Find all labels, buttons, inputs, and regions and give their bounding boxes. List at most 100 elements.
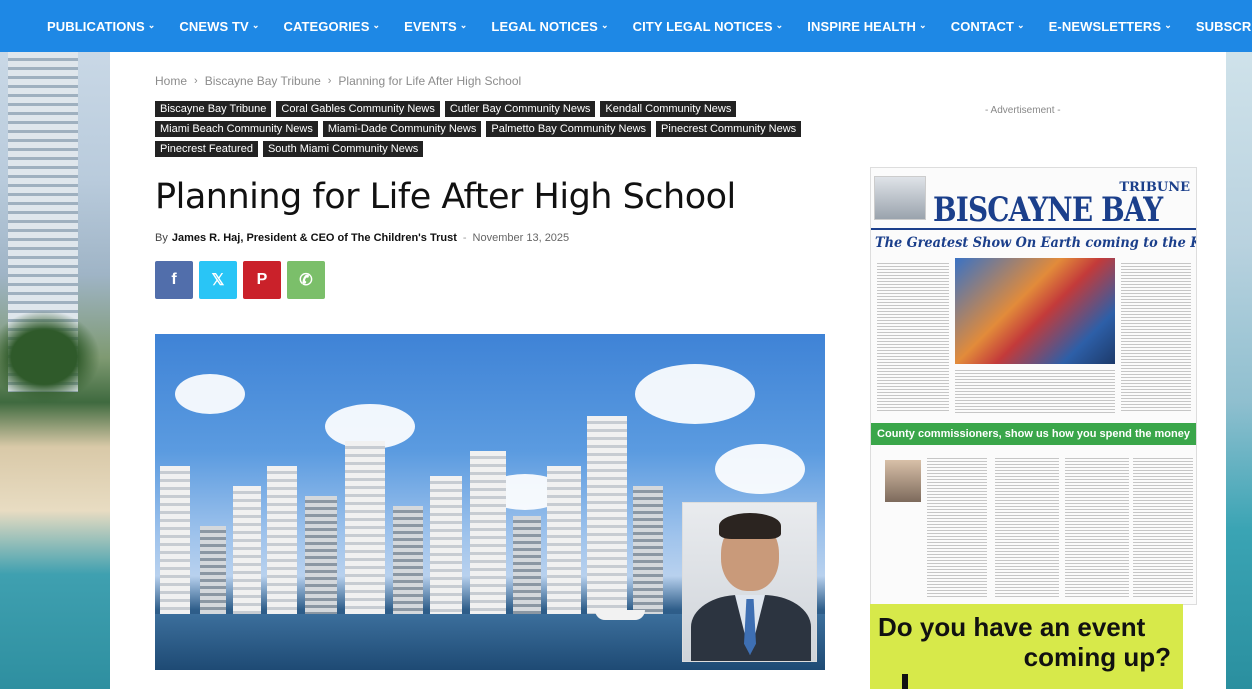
tag-palmetto-bay-community-news[interactable]: Palmetto Bay Community News xyxy=(486,121,652,137)
background-palm xyxy=(0,302,110,412)
tag-pinecrest-featured[interactable]: Pinecrest Featured xyxy=(155,141,258,157)
tag-row: Biscayne Bay Tribune Coral Gables Communi… xyxy=(155,101,765,117)
nav-item-city-legal-notices[interactable]: CITY LEGAL NOTICES ⌄ xyxy=(633,19,784,34)
pinterest-share-button[interactable]: P xyxy=(243,261,281,299)
newspaper-truck-ad xyxy=(874,176,926,220)
event-ad-line1: Do you have an event xyxy=(878,612,1146,642)
newspaper-text-column xyxy=(1065,458,1129,598)
hero-building xyxy=(160,466,190,616)
newspaper-text-column xyxy=(927,458,987,598)
whatsapp-icon: ✆ xyxy=(299,272,313,289)
byline-by: By xyxy=(155,232,168,244)
newspaper-masthead: BISCAYNE BAY xyxy=(933,190,1163,230)
newspaper-green-banner: County commissioners, show us how you sp… xyxy=(871,423,1196,445)
publish-date: November 13, 2025 xyxy=(472,232,570,244)
facebook-share-button[interactable]: f xyxy=(155,261,193,299)
hero-building xyxy=(267,466,297,616)
top-navigation-bar: PUBLICATIONS ⌄ CNEWS TV ⌄ CATEGORIES ⌄ EVENTS ⌄… xyxy=(0,0,1252,52)
background-photo-right xyxy=(1226,52,1252,689)
hero-building xyxy=(200,526,226,616)
chevron-down-icon: ⌄ xyxy=(459,19,468,30)
chevron-down-icon: ⌄ xyxy=(251,19,260,30)
newspaper-photo xyxy=(955,258,1115,364)
event-ad-graphic xyxy=(902,674,908,689)
article-byline: By James R. Haj, President & CEO of The … xyxy=(155,232,569,244)
tag-miami-beach-community-news[interactable]: Miami Beach Community News xyxy=(155,121,318,137)
tag-pinecrest-community-news[interactable]: Pinecrest Community News xyxy=(656,121,802,137)
hero-building xyxy=(233,486,261,616)
x-icon: 𝕏 xyxy=(211,272,225,289)
hero-building xyxy=(393,506,423,616)
author-portrait xyxy=(682,502,817,662)
newspaper-tribune: TRIBUNE xyxy=(1119,180,1190,195)
nav-item-label: INSPIRE HEALTH xyxy=(807,18,917,34)
chevron-down-icon: ⌄ xyxy=(919,19,927,30)
content-panel: Home › Biscayne Bay Tribune › Planning for L… xyxy=(110,52,1226,689)
breadcrumb-separator: › xyxy=(327,75,332,87)
hero-image[interactable] xyxy=(155,334,825,670)
event-advertisement[interactable]: Do you have an event coming up? xyxy=(870,604,1183,689)
category-tags: Biscayne Bay Tribune Coral Gables Communi… xyxy=(155,101,802,161)
byline-separator: - xyxy=(462,232,467,244)
breadcrumb-item-planning-for-life-after-high-school: Planning for Life After High School xyxy=(338,74,522,88)
hero-building xyxy=(587,416,627,616)
share-buttons: f 𝕏 P ✆ xyxy=(155,261,331,299)
whatsapp-share-button[interactable]: ✆ xyxy=(287,261,325,299)
tag-miami-dade-community-news[interactable]: Miami-Dade Community News xyxy=(322,121,482,137)
hero-building xyxy=(305,496,337,616)
nav-item-label: CNEWS TV xyxy=(179,18,249,34)
facebook-icon: f xyxy=(171,271,177,288)
tag-south-miami-community-news[interactable]: South Miami Community News xyxy=(262,141,424,157)
nav-item-publications[interactable]: PUBLICATIONS ⌄ xyxy=(47,19,155,34)
nav-item-contact[interactable]: CONTACT ⌄ xyxy=(951,19,1025,34)
advertisement-label: - Advertisement - xyxy=(985,105,1061,116)
tag-coral-gables-community-news[interactable]: Coral Gables Community News xyxy=(276,101,440,117)
hero-cloud xyxy=(715,444,805,494)
author-link[interactable]: James R. Haj, President & CEO of The Chi… xyxy=(172,232,457,244)
hero-building xyxy=(513,516,541,616)
x-share-button[interactable]: 𝕏 xyxy=(199,261,237,299)
pinterest-icon: P xyxy=(256,271,268,288)
nav-item-label: PUBLICATIONS xyxy=(47,18,145,34)
hero-building xyxy=(633,486,663,616)
breadcrumb-separator: › xyxy=(194,75,198,87)
breadcrumb-item-biscayne-bay-tribune[interactable]: Biscayne Bay Tribune xyxy=(205,74,321,88)
nav-item-cnews-tv[interactable]: CNEWS TV ⌄ xyxy=(179,19,259,34)
nav-item-label: SUBSCRIBE xyxy=(1195,18,1252,34)
breadcrumb: Home › Biscayne Bay Tribune › Planning for L… xyxy=(155,74,521,88)
event-ad-line2: coming up? xyxy=(1023,642,1171,672)
hero-building xyxy=(547,466,581,616)
chevron-down-icon: ⌄ xyxy=(775,19,784,30)
chevron-down-icon: ⌄ xyxy=(372,19,381,30)
hero-boat xyxy=(595,610,645,620)
nav-item-inspire-health[interactable]: INSPIRE HEALTH ⌄ xyxy=(807,19,926,34)
chevron-down-icon: ⌄ xyxy=(1017,19,1025,30)
nav-item-events[interactable]: EVENTS ⌄ xyxy=(404,19,467,34)
tag-kendall-community-news[interactable]: Kendall Community News xyxy=(600,101,737,117)
newspaper-text-column xyxy=(877,263,949,413)
nav-item-label: CONTACT xyxy=(950,18,1014,34)
newspaper-headline: The Greatest Show On Earth coming to the… xyxy=(875,235,1196,251)
nav-item-legal-notices[interactable]: LEGAL NOTICES ⌄ xyxy=(491,19,608,34)
tag-biscayne-bay-tribune[interactable]: Biscayne Bay Tribune xyxy=(155,101,272,117)
tag-cutler-bay-community-news[interactable]: Cutler Bay Community News xyxy=(444,101,596,117)
hero-building xyxy=(430,476,462,616)
newspaper-text-column xyxy=(995,458,1059,598)
tag-row: Pinecrest Featured South Miami Community … xyxy=(155,141,765,157)
newspaper-ad[interactable]: BISCAYNE BAY TRIBUNE The Greatest Show O… xyxy=(870,167,1197,605)
newspaper-text-column xyxy=(955,370,1115,414)
breadcrumb-item-home[interactable]: Home xyxy=(155,74,187,88)
chevron-down-icon: ⌄ xyxy=(600,19,609,30)
newspaper-columnist-photo xyxy=(885,460,921,502)
nav-item-e-newsletters[interactable]: E-NEWSLETTERS ⌄ xyxy=(1049,19,1172,34)
nav-item-subscribe[interactable]: SUBSCRIBE xyxy=(1196,19,1252,34)
newspaper-text-column xyxy=(1133,458,1193,598)
nav-item-label: EVENTS xyxy=(404,18,457,34)
tag-row: Miami Beach Community News Miami-Dade Com… xyxy=(155,121,802,137)
article-title: Planning for Life After High School xyxy=(155,177,736,217)
hero-building xyxy=(470,451,506,616)
nav-item-label: CITY LEGAL NOTICES xyxy=(632,18,773,34)
nav-item-categories[interactable]: CATEGORIES ⌄ xyxy=(283,19,380,34)
newspaper-text-column xyxy=(1121,263,1191,413)
background-photo-left xyxy=(0,52,110,689)
